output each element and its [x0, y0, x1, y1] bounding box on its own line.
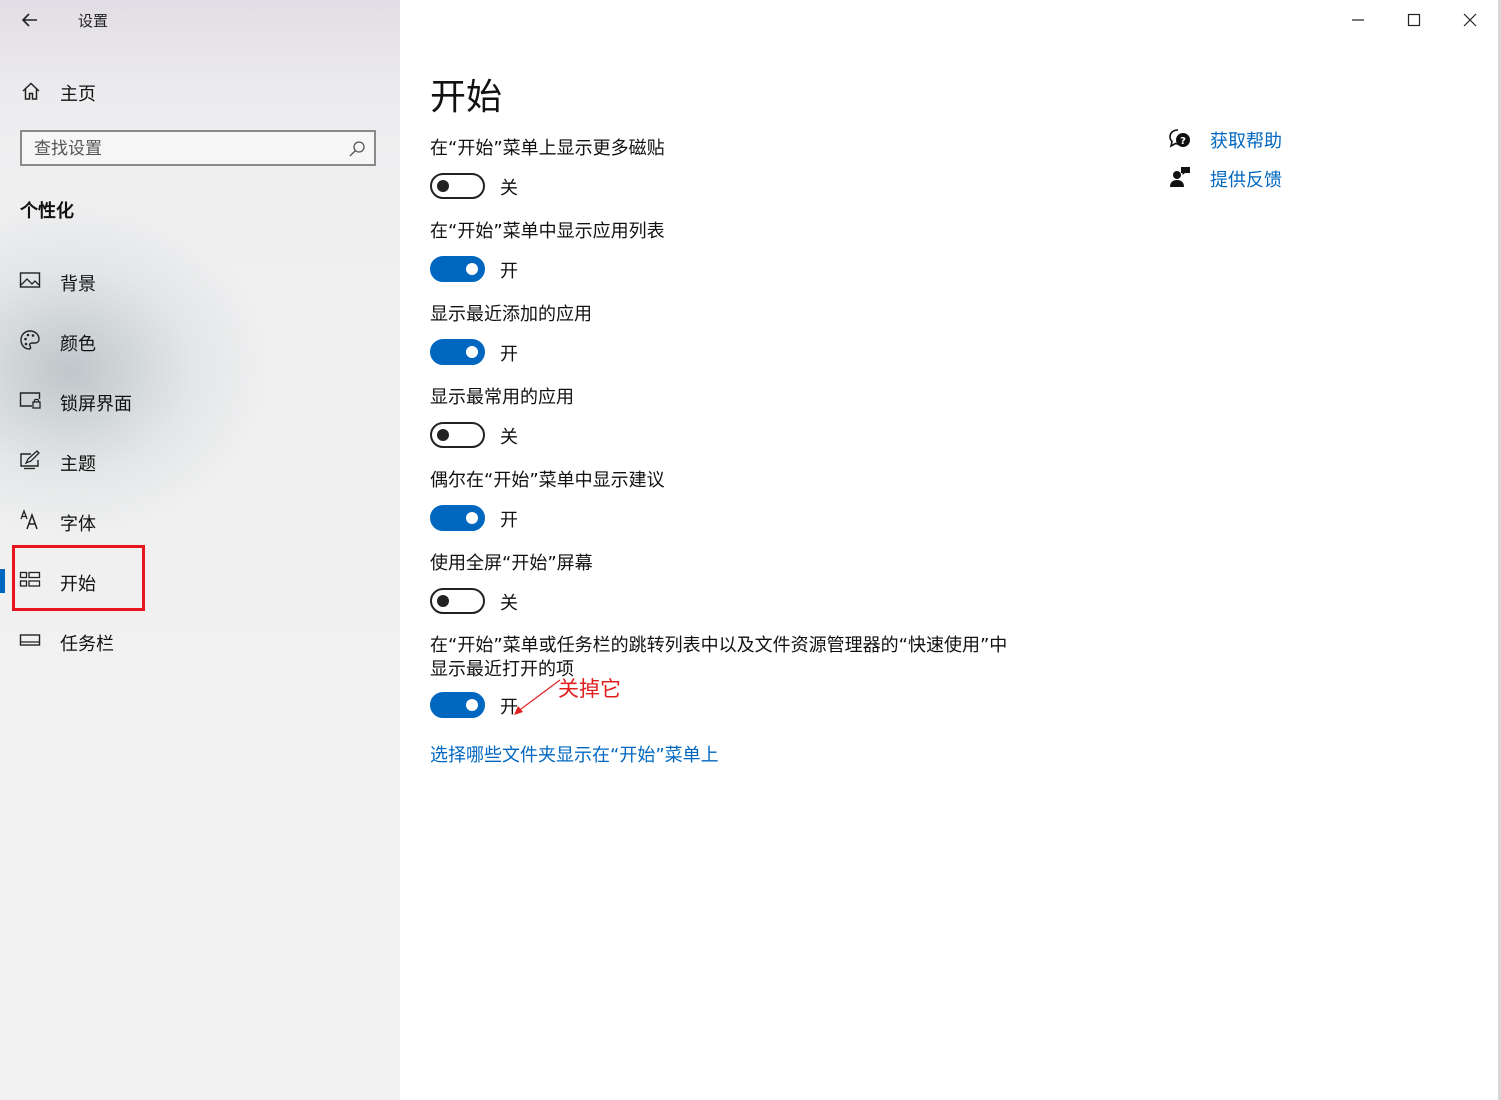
minimize-icon: [1352, 19, 1364, 21]
sidebar-item-lock-screen[interactable]: 锁屏界面: [0, 379, 400, 423]
sidebar-item-background[interactable]: 背景: [0, 259, 400, 303]
setting-label: 在“开始”菜单上显示更多磁贴: [430, 138, 665, 159]
section-heading: 个性化: [20, 201, 74, 222]
toggle-state: 开: [500, 344, 518, 365]
setting-label: 在“开始”菜单或任务栏的跳转列表中以及文件资源管理器的“快速使用”中: [430, 635, 1008, 656]
setting-most-used: 显示最常用的应用 关: [430, 386, 1050, 450]
close-icon: [1463, 13, 1477, 27]
sidebar-item-label: 颜色: [60, 334, 96, 355]
toggle-state: 关: [500, 178, 518, 199]
back-button[interactable]: [18, 8, 42, 32]
toggle-knob: [466, 699, 478, 711]
page-title: 开始: [430, 77, 503, 118]
toggle-switch[interactable]: [430, 588, 485, 614]
choose-folders-link[interactable]: 选择哪些文件夹显示在“开始”菜单上: [430, 741, 719, 767]
app-title: 设置: [78, 12, 109, 30]
back-arrow-icon: [21, 13, 37, 27]
setting-more-tiles: 在“开始”菜单上显示更多磁贴 关: [430, 137, 1050, 201]
sidebar-item-label: 主题: [60, 454, 96, 475]
sidebar-item-label: 主页: [60, 84, 96, 105]
feedback-label: 提供反馈: [1210, 170, 1282, 191]
toggle-state: 关: [500, 427, 518, 448]
get-help-link[interactable]: ? 获取帮助: [1168, 125, 1368, 155]
setting-recently-added: 显示最近添加的应用 开: [430, 303, 1050, 367]
home-icon: [22, 82, 40, 100]
sidebar-item-label: 开始: [60, 574, 96, 595]
sidebar-item-label: 任务栏: [60, 634, 114, 655]
theme-icon: [20, 450, 40, 470]
sidebar-item-taskbar[interactable]: 任务栏: [0, 619, 400, 663]
toggle-knob: [437, 180, 449, 192]
toggle-switch[interactable]: [430, 692, 485, 718]
title-bar: 设置: [0, 0, 400, 40]
sidebar: 设置 主页 个性化 背景 颜色: [0, 0, 400, 1100]
maximize-icon: [1407, 13, 1421, 27]
setting-label: 显示最近添加的应用: [430, 304, 592, 325]
toggle-knob: [466, 263, 478, 275]
toggle-knob: [466, 346, 478, 358]
setting-label: 使用全屏“开始”屏幕: [430, 553, 593, 574]
search-box: [20, 130, 376, 166]
toggle-state: 开: [500, 510, 518, 531]
setting-label: 偶尔在“开始”菜单中显示建议: [430, 470, 665, 491]
toggle-state: 关: [500, 593, 518, 614]
sidebar-item-fonts[interactable]: 字体: [0, 499, 400, 543]
start-icon: [19, 571, 41, 587]
sidebar-item-themes[interactable]: 主题: [0, 439, 400, 483]
get-help-label: 获取帮助: [1210, 131, 1282, 152]
toggle-switch[interactable]: [430, 173, 485, 199]
feedback-icon: [1170, 167, 1190, 187]
toggle-knob: [437, 429, 449, 441]
taskbar-icon: [19, 634, 41, 646]
annotation-text: 关掉它: [558, 677, 621, 701]
palette-icon: [20, 330, 40, 350]
setting-full-screen: 使用全屏“开始”屏幕 关: [430, 552, 1050, 616]
minimize-button[interactable]: [1330, 0, 1386, 40]
search-input[interactable]: [34, 138, 334, 160]
maximize-button[interactable]: [1386, 0, 1442, 40]
toggle-switch[interactable]: [430, 256, 485, 282]
setting-label: 在“开始”菜单中显示应用列表: [430, 221, 665, 242]
toggle-switch[interactable]: [430, 505, 485, 531]
close-button[interactable]: [1442, 0, 1498, 40]
sidebar-item-colors[interactable]: 颜色: [0, 319, 400, 363]
sidebar-item-label: 锁屏界面: [60, 394, 132, 415]
toggle-knob: [437, 595, 449, 607]
font-icon: [20, 509, 38, 530]
help-chat-icon: ?: [1169, 129, 1190, 148]
setting-suggestions: 偶尔在“开始”菜单中显示建议 开: [430, 469, 1050, 533]
toggle-switch[interactable]: [430, 422, 485, 448]
svg-text:?: ?: [1180, 136, 1186, 147]
toggle-knob: [466, 512, 478, 524]
sidebar-item-start[interactable]: 开始: [0, 559, 400, 603]
feedback-link[interactable]: 提供反馈: [1168, 164, 1368, 194]
lock-screen-icon: [19, 392, 41, 409]
sidebar-item-label: 背景: [60, 274, 96, 295]
setting-label: 显示最常用的应用: [430, 387, 574, 408]
toggle-switch[interactable]: [430, 339, 485, 365]
toggle-state: 开: [500, 261, 518, 282]
picture-icon: [19, 272, 41, 288]
setting-app-list: 在“开始”菜单中显示应用列表 开: [430, 220, 1050, 284]
sidebar-item-label: 字体: [60, 514, 96, 535]
sidebar-item-home[interactable]: 主页: [0, 72, 400, 112]
search-icon[interactable]: [348, 140, 366, 158]
